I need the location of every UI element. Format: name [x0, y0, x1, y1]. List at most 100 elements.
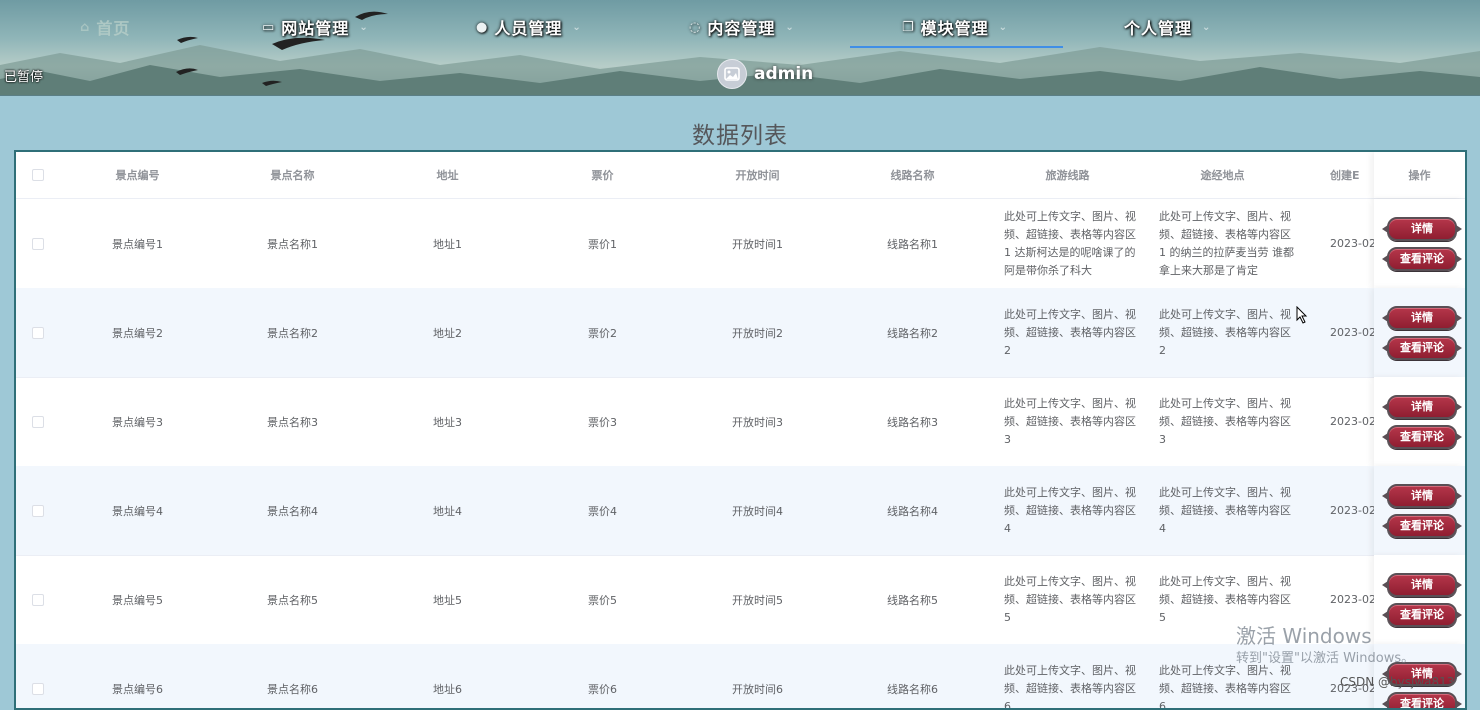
column-header[interactable]: 景点编号: [60, 152, 215, 198]
column-header[interactable]: 创建E: [1330, 152, 1374, 198]
page-title: 数据列表: [692, 123, 788, 149]
table-cell-route-name: 线路名称4: [887, 504, 938, 518]
table-cell-route-name: 线路名称1: [887, 237, 938, 251]
table-cell-addr: 地址1: [433, 237, 462, 251]
column-header[interactable]: 开放时间: [680, 152, 835, 198]
column-header[interactable]: 票价: [525, 152, 680, 198]
mouse-cursor-icon: [1296, 306, 1308, 324]
detail-button[interactable]: 详情: [1387, 306, 1457, 330]
nav-home[interactable]: ⌂ 首页: [80, 14, 130, 40]
table-cell-addr: 地址5: [433, 593, 462, 607]
view-comments-button[interactable]: 查看评论: [1387, 247, 1457, 271]
table-cell-price: 票价2: [588, 326, 617, 340]
select-all-cell: [16, 152, 60, 198]
column-header[interactable]: 线路名称: [835, 152, 990, 198]
table-cell-name: 景点名称2: [267, 326, 318, 340]
column-header[interactable]: 途经地点: [1145, 152, 1300, 198]
user-menu[interactable]: admin: [717, 59, 813, 89]
view-comments-button[interactable]: 查看评论: [1387, 336, 1457, 360]
table-row: 景点编号2 景点名称2 地址2 票价2 开放时间2 线路名称2 此处可上传文字、图片、视频、…: [16, 288, 1465, 378]
table-cell-route: 此处可上传文字、图片、视频、超链接、表格等内容区1 达斯柯达是的呢啥课了的 阿是…: [1004, 209, 1136, 277]
table-cell-created: 2023-02-: [1330, 326, 1374, 339]
column-header[interactable]: 景点名称: [215, 152, 370, 198]
table-cell-route-name: 线路名称3: [887, 415, 938, 429]
table-cell-addr: 地址3: [433, 415, 462, 429]
view-comments-button[interactable]: 查看评论: [1387, 603, 1457, 627]
table-cell-name: 景点名称6: [267, 682, 318, 696]
table-cell-route: 此处可上传文字、图片、视频、超链接、表格等内容区3: [1004, 396, 1136, 446]
table-cell-addr: 地址2: [433, 326, 462, 340]
top-navbar: ⌂ 首页 ▭ 网站管理 ⌄ ● 人员管理 ⌄ ◌ 内容管理 ⌄ ❐ 模块管理 ⌄…: [0, 0, 1480, 96]
table-cell-open: 开放时间3: [732, 415, 783, 429]
nav-staff-management-label: 人员管理: [494, 19, 563, 38]
table-header: 景点编号 景点名称 地址 票价 开放时间 线路名称 旅游线路 途经地点 创建E …: [16, 152, 1465, 199]
table-cell-via: 此处可上传文字、图片、视频、超链接、表格等内容区2: [1159, 307, 1291, 357]
table-row: 景点编号3 景点名称3 地址3 票价3 开放时间3 线路名称3 此处可上传文字、图片、视频、…: [16, 377, 1465, 467]
row-select-cell: [16, 555, 60, 644]
view-comments-button[interactable]: 查看评论: [1387, 425, 1457, 449]
user-icon: ●: [476, 19, 489, 35]
chevron-down-icon: ⌄: [1202, 21, 1212, 33]
table-cell-code: 景点编号5: [112, 593, 163, 607]
image-icon: [724, 67, 740, 81]
column-header[interactable]: 旅游线路: [990, 152, 1145, 198]
table-cell-created: 2023-02-: [1330, 237, 1374, 250]
nav-personal-management-label: 个人管理: [1124, 19, 1193, 38]
nav-staff-management[interactable]: ● 人员管理 ⌄: [476, 14, 582, 40]
windows-activation-watermark: 激活 Windows: [1236, 624, 1372, 648]
table-cell-open: 开放时间2: [732, 326, 783, 340]
table-cell-code: 景点编号1: [112, 237, 163, 251]
table-cell-created: 2023-02-: [1330, 415, 1374, 428]
table-row: 景点编号1 景点名称1 地址1 票价1 开放时间1 线路名称1 此处可上传文字、图片、视频、…: [16, 199, 1465, 289]
table-cell-name: 景点名称5: [267, 593, 318, 607]
home-icon: ⌂: [80, 19, 91, 35]
table-cell-via: 此处可上传文字、图片、视频、超链接、表格等内容区1 的纳兰的拉萨麦当劳 谁都拿上…: [1159, 209, 1294, 277]
detail-button[interactable]: 详情: [1387, 395, 1457, 419]
row-checkbox[interactable]: [32, 326, 44, 339]
table-cell-open: 开放时间6: [732, 682, 783, 696]
username: admin: [754, 64, 814, 84]
table-cell-price: 票价5: [588, 593, 617, 607]
row-checkbox[interactable]: [32, 593, 44, 606]
select-all-checkbox[interactable]: [32, 169, 44, 181]
table-row: 景点编号4 景点名称4 地址4 票价4 开放时间4 线路名称4 此处可上传文字、图片、视频、…: [16, 466, 1465, 556]
chevron-down-icon: ⌄: [785, 21, 795, 33]
row-select-cell: [16, 199, 60, 288]
chat-icon: ◌: [689, 19, 702, 35]
row-select-cell: [16, 377, 60, 466]
nav-content-management[interactable]: ◌ 内容管理 ⌄: [689, 14, 795, 40]
detail-button[interactable]: 详情: [1387, 484, 1457, 508]
column-header[interactable]: 地址: [370, 152, 525, 198]
copy-icon: ❐: [902, 19, 915, 35]
nav-site-management[interactable]: ▭ 网站管理 ⌄: [262, 14, 369, 40]
table-cell-price: 票价1: [588, 237, 617, 251]
table-cell-price: 票价6: [588, 682, 617, 696]
row-checkbox[interactable]: [32, 682, 44, 695]
row-select-cell: [16, 288, 60, 377]
operations-cell: 详情 查看评论: [1374, 199, 1465, 288]
nav-module-management[interactable]: ❐ 模块管理 ⌄: [902, 14, 1008, 40]
nav-site-management-label: 网站管理: [281, 19, 350, 38]
table-cell-route: 此处可上传文字、图片、视频、超链接、表格等内容区4: [1004, 485, 1136, 535]
operations-cell: 详情 查看评论: [1374, 466, 1465, 555]
row-checkbox[interactable]: [32, 415, 44, 428]
operations-cell: 详情 查看评论: [1374, 288, 1465, 377]
view-comments-button[interactable]: 查看评论: [1387, 514, 1457, 538]
table-cell-route: 此处可上传文字、图片、视频、超链接、表格等内容区2: [1004, 307, 1136, 357]
view-comments-button[interactable]: 查看评论: [1387, 692, 1457, 708]
table-cell-name: 景点名称4: [267, 504, 318, 518]
table-cell-route-name: 线路名称2: [887, 326, 938, 340]
nav-personal-management[interactable]: 个人管理 ⌄: [1124, 14, 1211, 40]
table-cell-name: 景点名称3: [267, 415, 318, 429]
row-checkbox[interactable]: [32, 237, 44, 250]
chevron-down-icon: ⌄: [998, 21, 1009, 33]
avatar: [717, 59, 747, 89]
detail-button[interactable]: 详情: [1387, 573, 1457, 597]
table-cell-open: 开放时间4: [732, 504, 783, 518]
table-cell-code: 景点编号4: [112, 504, 163, 518]
table-cell-code: 景点编号3: [112, 415, 163, 429]
detail-button[interactable]: 详情: [1387, 217, 1457, 241]
chevron-down-icon: ⌄: [572, 21, 582, 33]
row-checkbox[interactable]: [32, 504, 44, 517]
table-cell-via: 此处可上传文字、图片、视频、超链接、表格等内容区3: [1159, 396, 1291, 446]
